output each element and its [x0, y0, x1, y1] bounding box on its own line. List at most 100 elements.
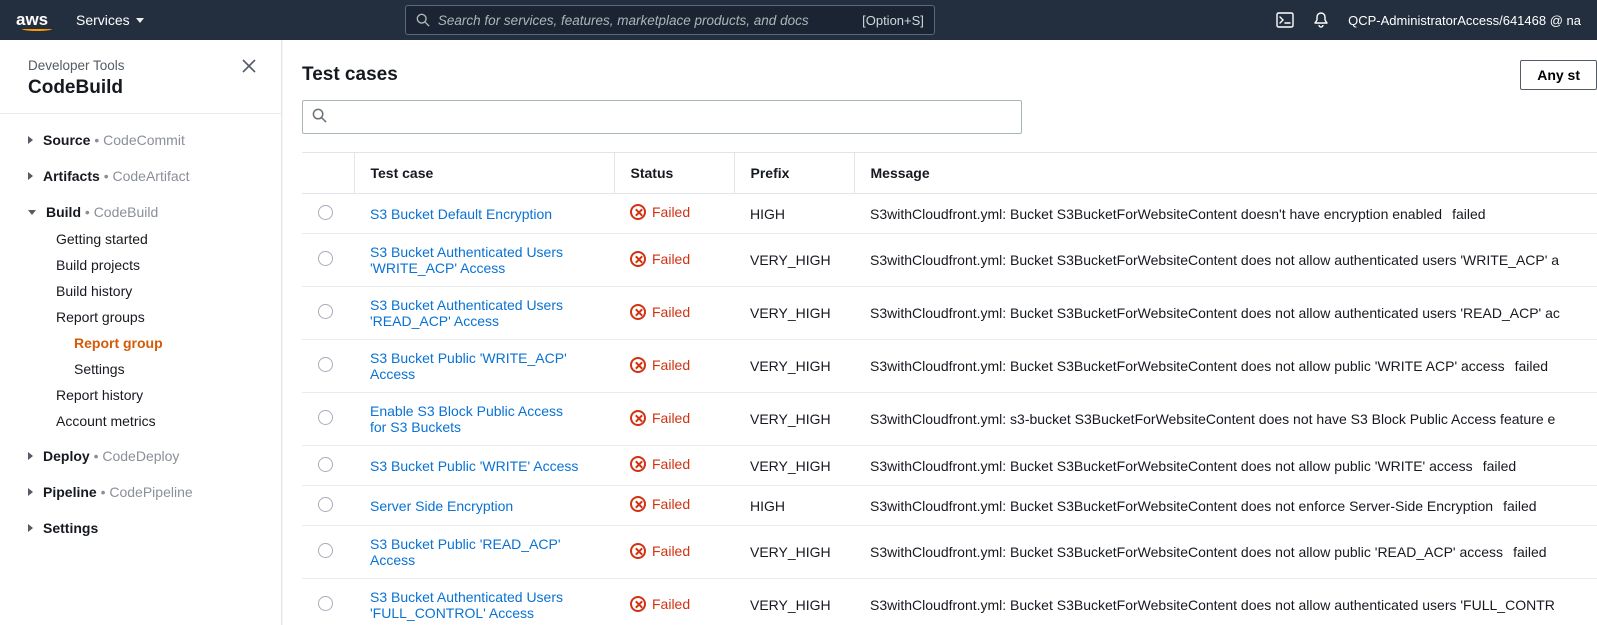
table-row: S3 Bucket Public 'READ_ACP' Access Failed…	[302, 526, 1597, 579]
chevron-down-icon	[28, 210, 36, 215]
status-text: Failed	[652, 496, 690, 512]
error-icon	[630, 596, 646, 612]
col-status[interactable]: Status	[614, 153, 734, 194]
status-text: Failed	[652, 251, 690, 267]
table-row: Server Side Encryption Failed HIGHS3withCl…	[302, 486, 1597, 526]
page-title: Test cases	[302, 64, 398, 86]
chevron-right-icon	[28, 488, 33, 496]
prefix-cell: VERY_HIGH	[734, 526, 854, 579]
sidebar-item-source[interactable]: Source • CodeCommit	[0, 126, 281, 154]
row-select-radio[interactable]	[318, 543, 333, 558]
page-body: Developer Tools CodeBuild Source • CodeC…	[0, 40, 1597, 625]
search-input[interactable]	[438, 13, 862, 28]
row-select-radio[interactable]	[318, 410, 333, 425]
services-menu[interactable]: Services	[76, 12, 144, 28]
sidebar-sub-report-groups[interactable]: Report groups	[0, 304, 281, 330]
cloudshell-icon[interactable]	[1276, 11, 1294, 29]
message-cell: S3withCloudfront.yml: Bucket S3BucketFor…	[854, 234, 1597, 287]
testcases-table: Test case Status Prefix Message S3 Bucke…	[302, 152, 1597, 625]
status-badge: Failed	[630, 496, 690, 512]
message-cell: S3withCloudfront.yml: Bucket S3BucketFor…	[854, 486, 1597, 526]
row-select-radio[interactable]	[318, 304, 333, 319]
sidebar-item-pipeline[interactable]: Pipeline • CodePipeline	[0, 478, 281, 506]
status-text: Failed	[652, 543, 690, 559]
table-row: S3 Bucket Public 'WRITE' AccessFailedVER…	[302, 446, 1597, 486]
status-badge: Failed	[630, 204, 690, 220]
testcase-link[interactable]: S3 Bucket Public 'READ_ACP' Access	[370, 536, 580, 568]
row-select-radio[interactable]	[318, 357, 333, 372]
message-cell: S3withCloudfront.yml: Bucket S3BucketFor…	[854, 194, 1597, 234]
testcase-link[interactable]: S3 Bucket Public 'WRITE_ACP' Access	[370, 350, 580, 382]
main-content: Test cases Any st Test case Status Prefi…	[282, 40, 1597, 625]
status-badge: Failed	[630, 543, 690, 559]
row-select-radio[interactable]	[318, 205, 333, 220]
sidebar-sub-build-history[interactable]: Build history	[0, 278, 281, 304]
error-icon	[630, 204, 646, 220]
bell-icon[interactable]	[1312, 11, 1330, 29]
section-header: Test cases Any st	[302, 60, 1597, 90]
sidebar-sub-settings[interactable]: Settings	[0, 356, 281, 382]
status-badge: Failed	[630, 456, 690, 472]
search-box[interactable]: [Option+S]	[405, 5, 935, 35]
testcase-link[interactable]: S3 Bucket Authenticated Users 'WRITE_ACP…	[370, 244, 580, 276]
status-filter-button[interactable]: Any st	[1520, 60, 1597, 90]
error-icon	[630, 456, 646, 472]
col-message[interactable]: Message	[854, 153, 1597, 194]
nav-sub-label: CodePipeline	[109, 484, 192, 500]
table-row: S3 Bucket Public 'WRITE_ACP' Access Faile…	[302, 340, 1597, 393]
table-row: Enable S3 Block Public Access for S3 Buc…	[302, 393, 1597, 446]
sidebar-sub-getting-started[interactable]: Getting started	[0, 226, 281, 252]
prefix-cell: HIGH	[734, 486, 854, 526]
account-label[interactable]: QCP-AdministratorAccess/641468 @ na	[1348, 13, 1581, 28]
filter-input[interactable]	[302, 100, 1022, 134]
row-select-radio[interactable]	[318, 497, 333, 512]
col-testcase[interactable]: Test case	[354, 153, 614, 194]
testcase-link[interactable]: S3 Bucket Authenticated Users 'FULL_CONT…	[370, 589, 580, 621]
status-text: Failed	[652, 410, 690, 426]
chevron-right-icon	[28, 136, 33, 144]
sidebar-title: CodeBuild	[28, 77, 253, 99]
col-prefix[interactable]: Prefix	[734, 153, 854, 194]
sidebar-sub-account-metrics[interactable]: Account metrics	[0, 408, 281, 434]
table-row: S3 Bucket Default EncryptionFailedHIGHS3…	[302, 194, 1597, 234]
services-label: Services	[76, 12, 130, 28]
sidebar-item-build[interactable]: Build • CodeBuild	[0, 198, 281, 226]
nav-label: Artifacts	[43, 168, 100, 184]
testcase-link[interactable]: S3 Bucket Public 'WRITE' Access	[370, 458, 578, 474]
sidebar-sub-report-history[interactable]: Report history	[0, 382, 281, 408]
sidebar-item-artifacts[interactable]: Artifacts • CodeArtifact	[0, 162, 281, 190]
status-badge: Failed	[630, 251, 690, 267]
error-icon	[630, 251, 646, 267]
prefix-cell: VERY_HIGH	[734, 234, 854, 287]
nav-sub-label: CodeCommit	[103, 132, 185, 148]
status-text: Failed	[652, 357, 690, 373]
filter-input-wrap	[302, 100, 1022, 134]
nav-label: Build	[46, 204, 81, 220]
nav-sub-label: CodeDeploy	[102, 448, 179, 464]
sidebar-sub-build-projects[interactable]: Build projects	[0, 252, 281, 278]
sidebar-item-deploy[interactable]: Deploy • CodeDeploy	[0, 442, 281, 470]
global-search: [Option+S]	[405, 5, 935, 35]
nav-sub-label: CodeArtifact	[112, 168, 189, 184]
sidebar: Developer Tools CodeBuild Source • CodeC…	[0, 40, 282, 625]
search-icon	[312, 108, 327, 126]
testcase-link[interactable]: Enable S3 Block Public Access for S3 Buc…	[370, 403, 580, 435]
nav-label: Settings	[43, 520, 98, 536]
chevron-down-icon	[136, 18, 144, 23]
error-icon	[630, 496, 646, 512]
sidebar-header: Developer Tools CodeBuild	[0, 40, 281, 114]
row-select-radio[interactable]	[318, 457, 333, 472]
error-icon	[630, 543, 646, 559]
row-select-radio[interactable]	[318, 251, 333, 266]
close-icon[interactable]	[241, 58, 257, 78]
aws-logo[interactable]: aws	[16, 10, 52, 31]
row-select-radio[interactable]	[318, 596, 333, 611]
error-icon	[630, 304, 646, 320]
testcase-link[interactable]: Server Side Encryption	[370, 498, 513, 514]
col-select	[302, 153, 354, 194]
aws-logo-text: aws	[16, 10, 48, 29]
sidebar-item-settings[interactable]: Settings	[0, 514, 281, 542]
sidebar-sub-report-group[interactable]: Report group	[0, 330, 281, 356]
testcase-link[interactable]: S3 Bucket Default Encryption	[370, 206, 552, 222]
testcase-link[interactable]: S3 Bucket Authenticated Users 'READ_ACP'…	[370, 297, 580, 329]
